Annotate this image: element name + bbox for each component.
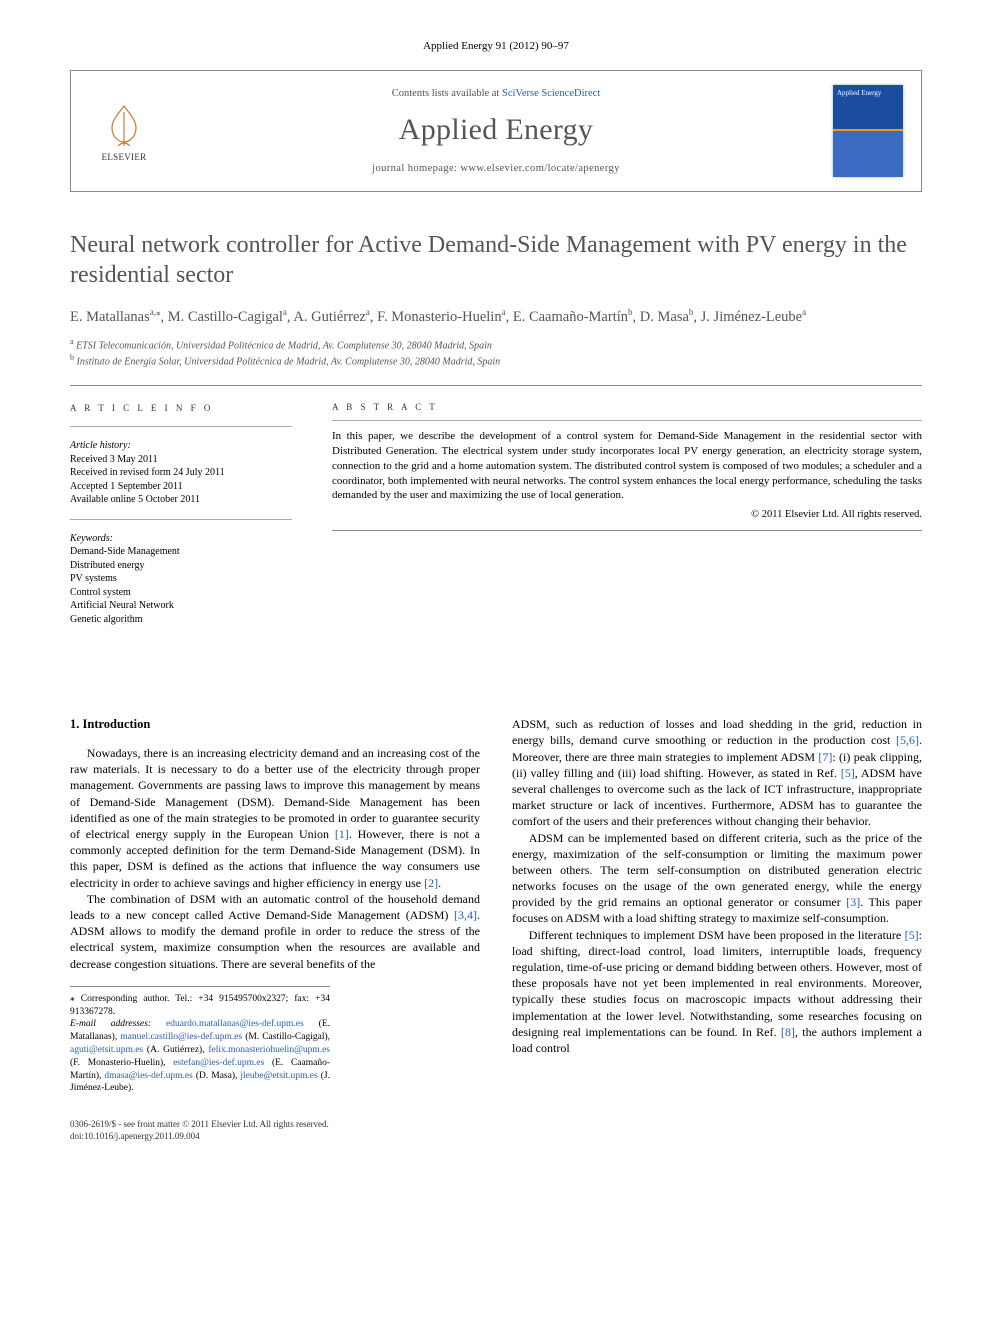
body-text: . xyxy=(438,876,441,890)
homepage-url[interactable]: www.elsevier.com/locate/apenergy xyxy=(460,163,619,174)
ref-link[interactable]: [8] xyxy=(781,1025,795,1039)
email-addresses: E-mail addresses: eduardo.matallanas@ies… xyxy=(70,1018,330,1095)
article-meta-row: A R T I C L E I N F O Article history: R… xyxy=(70,402,922,626)
body-paragraph: Different techniques to implement DSM ha… xyxy=(512,927,922,1057)
keyword: Demand-Side Management xyxy=(70,545,292,559)
history-received: Received 3 May 2011 xyxy=(70,453,292,467)
author-4: , F. Monasterio-Huelin xyxy=(370,309,502,325)
contents-available-pre: Contents lists available at xyxy=(392,88,502,99)
ref-link[interactable]: [1] xyxy=(335,827,349,841)
keyword: Distributed energy xyxy=(70,559,292,573)
email-link[interactable]: eduardo.matallanas@ies-def.upm.es xyxy=(166,1019,304,1029)
ref-link[interactable]: [5] xyxy=(905,928,919,942)
email-link[interactable]: estefan@ies-def.upm.es xyxy=(173,1058,264,1068)
elsevier-logo: ELSEVIER xyxy=(89,96,159,166)
abstract-block: A B S T R A C T In this paper, we descri… xyxy=(332,402,922,626)
body-text: Different techniques to implement DSM ha… xyxy=(529,928,905,942)
email-name: (M. Castillo-Cagigal), xyxy=(242,1032,330,1042)
email-link[interactable]: aguti@etsit.upm.es xyxy=(70,1045,143,1055)
column-right: ADSM, such as reduction of losses and lo… xyxy=(512,716,922,1095)
body-paragraph: Nowadays, there is an increasing electri… xyxy=(70,745,480,891)
authors-list: E. Matallanasa,⁎, M. Castillo-Cagigala, … xyxy=(70,306,922,327)
homepage-pre: journal homepage: xyxy=(372,163,460,174)
elsevier-tree-icon xyxy=(98,100,150,152)
history-online: Available online 5 October 2011 xyxy=(70,493,292,507)
page-container: Applied Energy 91 (2012) 90–97 ELSEVIER … xyxy=(0,0,992,1183)
journal-cover-thumbnail xyxy=(833,85,903,177)
journal-homepage-line: journal homepage: www.elsevier.com/locat… xyxy=(177,163,815,174)
article-title: Neural network controller for Active Dem… xyxy=(70,230,922,290)
affiliation-b: b Instituto de Energía Solar, Universida… xyxy=(70,353,922,369)
body-columns: 1. Introduction Nowadays, there is an in… xyxy=(70,716,922,1095)
email-name: (F. Monasterio-Huelin), xyxy=(70,1058,173,1068)
affiliations: a ETSI Telecomunicación, Universidad Pol… xyxy=(70,337,922,369)
body-text: : load shifting, direct-load control, lo… xyxy=(512,928,922,1039)
sciencedirect-link[interactable]: SciVerse ScienceDirect xyxy=(502,88,600,99)
email-label: E-mail addresses: xyxy=(70,1019,166,1029)
masthead: ELSEVIER Contents lists available at Sci… xyxy=(70,70,922,192)
author-1: E. Matallanas xyxy=(70,309,150,325)
abstract-head: A B S T R A C T xyxy=(332,402,922,412)
author-3: , A. Gutiérrez xyxy=(287,309,366,325)
divider xyxy=(70,385,922,386)
email-link[interactable]: manuel.castillo@ies-def.upm.es xyxy=(120,1032,242,1042)
affiliation-a-text: ETSI Telecomunicación, Universidad Polit… xyxy=(76,341,492,352)
ref-link[interactable]: [5,6] xyxy=(896,733,919,747)
article-history-label: Article history: xyxy=(70,439,292,453)
body-paragraph: ADSM, such as reduction of losses and lo… xyxy=(512,716,922,829)
email-name: (D. Masa), xyxy=(193,1071,241,1081)
keyword: Control system xyxy=(70,586,292,600)
contents-available-line: Contents lists available at SciVerse Sci… xyxy=(177,88,815,99)
ref-link[interactable]: [3,4] xyxy=(454,908,477,922)
footer-issn: 0306-2619/$ - see front matter © 2011 El… xyxy=(70,1119,922,1131)
history-revised: Received in revised form 24 July 2011 xyxy=(70,466,292,480)
author-7: , J. Jiménez-Leube xyxy=(693,309,802,325)
footer-doi: doi:10.1016/j.apenergy.2011.09.004 xyxy=(70,1131,922,1143)
article-info-head: A R T I C L E I N F O xyxy=(70,402,292,414)
column-left: 1. Introduction Nowadays, there is an in… xyxy=(70,716,480,1095)
publisher-name: ELSEVIER xyxy=(102,152,147,162)
history-accepted: Accepted 1 September 2011 xyxy=(70,480,292,494)
ref-link[interactable]: [2] xyxy=(424,876,438,890)
email-link[interactable]: dmasa@ies-def.upm.es xyxy=(104,1071,192,1081)
body-text: ADSM, such as reduction of losses and lo… xyxy=(512,717,922,747)
affiliation-a: a ETSI Telecomunicación, Universidad Pol… xyxy=(70,337,922,353)
author-6: , D. Masa xyxy=(633,309,689,325)
article-info: A R T I C L E I N F O Article history: R… xyxy=(70,402,292,626)
email-name: (A. Gutiérrez), xyxy=(143,1045,208,1055)
keyword: Artificial Neural Network xyxy=(70,599,292,613)
abstract-text: In this paper, we describe the developme… xyxy=(332,429,922,503)
masthead-center: Contents lists available at SciVerse Sci… xyxy=(177,88,815,174)
ref-link[interactable]: [5] xyxy=(841,766,855,780)
body-paragraph: The combination of DSM with an automatic… xyxy=(70,891,480,972)
body-text: The combination of DSM with an automatic… xyxy=(70,892,480,922)
email-link[interactable]: jleube@etsit.upm.es xyxy=(240,1071,317,1081)
keywords-label: Keywords: xyxy=(70,532,292,546)
ref-link[interactable]: [7] xyxy=(818,750,832,764)
journal-name: Applied Energy xyxy=(177,113,815,147)
section-1-heading: 1. Introduction xyxy=(70,716,480,733)
email-link[interactable]: felix.monasteriohuelin@upm.es xyxy=(208,1045,330,1055)
author-5: , E. Caamaño-Martín xyxy=(506,309,628,325)
affiliation-b-text: Instituto de Energía Solar, Universidad … xyxy=(77,357,501,368)
footnotes: ⁎ Corresponding author. Tel.: +34 915495… xyxy=(70,986,330,1096)
corresponding-author-note: ⁎ Corresponding author. Tel.: +34 915495… xyxy=(70,993,330,1019)
ref-link[interactable]: [3] xyxy=(846,895,860,909)
body-paragraph: ADSM can be implemented based on differe… xyxy=(512,830,922,927)
author-7-aff: a xyxy=(802,307,806,317)
keyword: PV systems xyxy=(70,572,292,586)
abstract-copyright: © 2011 Elsevier Ltd. All rights reserved… xyxy=(332,509,922,520)
keyword: Genetic algorithm xyxy=(70,613,292,627)
author-2: , M. Castillo-Cagigal xyxy=(160,309,282,325)
footer: 0306-2619/$ - see front matter © 2011 El… xyxy=(70,1119,922,1142)
running-head: Applied Energy 91 (2012) 90–97 xyxy=(70,40,922,52)
